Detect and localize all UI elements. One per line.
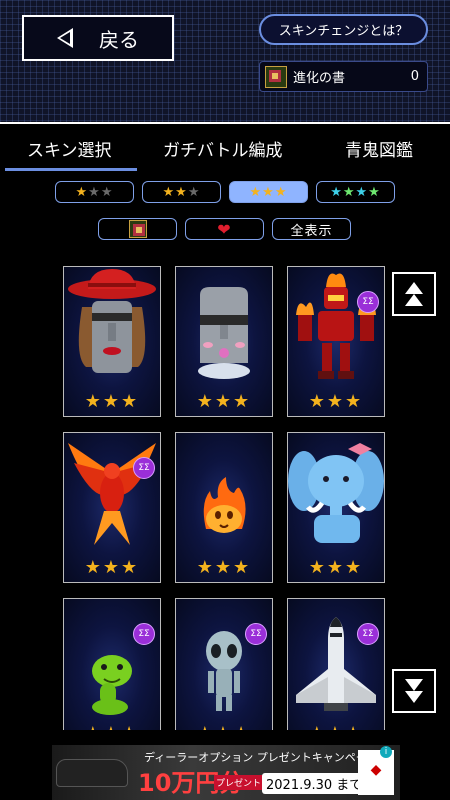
phoenix-image — [68, 443, 156, 545]
alien-image — [206, 631, 242, 711]
skin-card-fire-spirit[interactable]: ★★★ — [175, 432, 273, 583]
tab-bar: スキン選択 ガチバトル編成 青鬼図鑑 — [0, 124, 450, 171]
scroll-up-button[interactable] — [392, 272, 436, 316]
rarity-stars: ★★★ — [176, 723, 272, 730]
back-button[interactable]: 戻る — [22, 15, 174, 61]
ad-info-icon[interactable]: i — [380, 746, 392, 758]
evolution-book-icon — [265, 65, 287, 88]
back-arrow-icon — [57, 28, 73, 48]
star-icon: ★ — [368, 184, 381, 200]
rarity-stars: ★★★ — [64, 723, 160, 730]
rarity-stars: ★★★ — [308, 391, 364, 412]
evolved-badge-icon: ΣΣ — [133, 623, 155, 645]
skin-card-moai-smile[interactable]: ★★★ — [175, 266, 273, 417]
rarity-stars: ★★★ — [196, 391, 252, 412]
filter-3-star[interactable]: ★★★ — [229, 181, 308, 203]
evolved-badge-icon: ΣΣ — [245, 623, 267, 645]
star-icon: ★ — [342, 184, 356, 200]
skin-change-info-button[interactable]: スキンチェンジとは？ — [259, 14, 428, 45]
skin-card-moai-red-hat[interactable]: ★★★ — [63, 266, 161, 417]
ad-date: 2021.9.30 まで — [262, 773, 367, 794]
scroll-up-icon — [405, 294, 423, 306]
evolved-badge-icon: ΣΣ — [357, 623, 379, 645]
rarity-stars: ★★★ — [308, 557, 364, 578]
filter-show-all[interactable]: 全表示 — [272, 218, 351, 240]
filter-evolution-book[interactable] — [98, 218, 177, 240]
item-count: 0 — [410, 69, 419, 84]
rarity-stars: ★★★ — [288, 723, 384, 730]
item-name: 進化の書 — [293, 71, 346, 86]
flame-robot-image — [296, 273, 376, 379]
skin-grid: ★★★ ★★★ ΣΣ ★★★ ΣΣ ★★★ ★★★ ★★★ ΣΣ ΣΣ ΣΣ — [63, 266, 386, 730]
filter-4-star[interactable]: ★ ★ ★ ★ — [316, 181, 395, 203]
header: 戻る スキンチェンジとは？ 進化の書 0 — [0, 0, 450, 124]
skin-card-alien[interactable]: ΣΣ ★★★ — [175, 598, 273, 730]
skin-card-snake[interactable]: ΣΣ ★★★ — [63, 598, 161, 730]
filter-favorite[interactable]: ❤ — [185, 218, 264, 240]
rarity-stars: ★★★ — [84, 391, 140, 412]
scroll-down-button[interactable] — [392, 669, 436, 713]
space-shuttle-image — [296, 617, 376, 711]
star-icon: ★ — [75, 184, 89, 200]
tab-ao-oni-encyclopedia[interactable]: 青鬼図鑑 — [345, 136, 413, 161]
star-icon: ★★ — [88, 184, 114, 200]
skin-card-flame-robot[interactable]: ΣΣ ★★★ — [287, 266, 385, 417]
moai-smile-image — [198, 287, 250, 379]
skin-card-phoenix[interactable]: ΣΣ ★★★ — [63, 432, 161, 583]
heart-icon: ❤ — [217, 219, 232, 239]
fire-spirit-image — [203, 477, 246, 533]
snake-image — [92, 655, 132, 715]
star-icon: ★ — [355, 184, 369, 200]
evolved-badge-icon: ΣΣ — [133, 457, 155, 479]
tab-skin-select[interactable]: スキン選択 — [27, 136, 112, 161]
skin-card-elephant[interactable]: ★★★ — [287, 432, 385, 583]
ad-amount-note: プレゼント — [214, 775, 264, 790]
elephant-image — [288, 443, 384, 543]
scroll-up-icon — [405, 282, 423, 294]
skin-card-space-shuttle[interactable]: ΣΣ ★★★ — [287, 598, 385, 730]
car-image — [56, 759, 128, 787]
star-icon: ★★★ — [249, 184, 288, 200]
star-icon: ★★ — [162, 184, 188, 200]
back-label: 戻る — [99, 27, 139, 52]
filter-1-star[interactable]: ★ ★★ — [55, 181, 134, 203]
moai-red-hat-image — [68, 269, 156, 373]
rarity-stars: ★★★ — [84, 557, 140, 578]
star-icon: ★ — [187, 184, 201, 200]
tab-gachi-battle[interactable]: ガチバトル編成 — [163, 136, 283, 161]
scroll-down-icon — [405, 691, 423, 703]
evolved-badge-icon: ΣΣ — [357, 291, 379, 313]
scroll-down-icon — [405, 679, 423, 691]
active-tab-indicator — [5, 168, 137, 171]
star-icon: ★ — [330, 184, 343, 200]
rarity-stars: ★★★ — [196, 557, 252, 578]
evolution-book-icon — [128, 220, 147, 238]
evolution-book-counter: 進化の書 0 — [259, 61, 428, 92]
filter-2-star[interactable]: ★★ ★ — [142, 181, 221, 203]
ad-banner[interactable]: ディーラーオプション プレゼントキャンペーン 10万円分 プレゼント 2021.… — [52, 745, 400, 800]
